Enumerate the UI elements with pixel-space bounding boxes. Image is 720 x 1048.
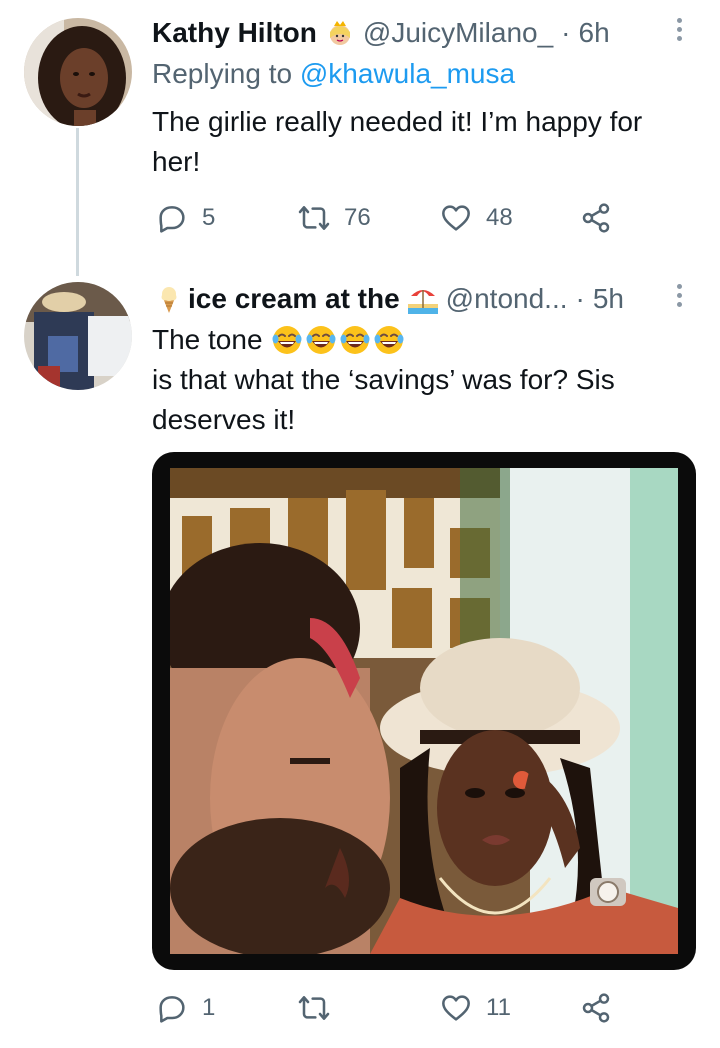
tweet-header: ice cream at the @ntond... · 5h: [152, 280, 624, 318]
display-name[interactable]: ice cream at the: [188, 283, 400, 315]
tweet-actions: 5 76 48: [152, 198, 622, 238]
avatar[interactable]: [24, 18, 132, 126]
tweet-text: The tone is that what the ‘savings’ was …: [152, 320, 615, 440]
tweet-text-line: is that what the ‘savings’ was for? Sis: [152, 364, 615, 395]
reply-button[interactable]: 1: [156, 988, 215, 1028]
tweet-header: Kathy Hilton @JuicyMilano_ · 6h: [152, 14, 610, 52]
video-media[interactable]: [152, 452, 696, 970]
ice-cream-emoji-icon: [154, 284, 184, 314]
heart-icon: [442, 995, 470, 1021]
share-button[interactable]: [580, 988, 626, 1028]
display-name[interactable]: Kathy Hilton: [152, 17, 317, 49]
like-count: 11: [486, 994, 511, 1021]
like-count: 48: [486, 204, 513, 231]
share-icon: [582, 993, 610, 1023]
more-options-icon[interactable]: [674, 284, 684, 314]
video-frame-image: [170, 468, 678, 954]
thread-connector-line: [76, 128, 79, 276]
retweet-button[interactable]: [298, 988, 344, 1028]
reply-count: 1: [202, 994, 216, 1021]
tweet-text-line: The girlie really needed it! I’m happy f…: [152, 106, 643, 137]
avatar[interactable]: [24, 282, 132, 390]
joy-emoji-icon: [374, 326, 404, 354]
share-button[interactable]: [580, 198, 626, 238]
retweet-icon: [298, 206, 330, 230]
tweet-actions: 1 11: [152, 988, 622, 1028]
mention-link[interactable]: @khawula_musa: [300, 58, 515, 89]
beach-umbrella-emoji-icon: [407, 284, 438, 314]
reply-button[interactable]: 5: [156, 198, 215, 238]
replying-prefix: Replying to: [152, 58, 293, 89]
retweet-icon: [298, 996, 330, 1020]
joy-emoji-icon: [306, 326, 336, 354]
more-options-icon[interactable]: [674, 18, 684, 48]
princess-emoji-icon: [325, 18, 355, 48]
timestamp[interactable]: 5h: [593, 283, 624, 315]
joy-emoji-icon: [272, 326, 302, 354]
retweet-button[interactable]: 76: [298, 198, 371, 238]
share-icon: [582, 203, 610, 233]
separator-dot: ·: [575, 283, 585, 314]
timestamp[interactable]: 6h: [579, 17, 610, 49]
emoji-group: [271, 324, 405, 356]
reply-icon: [159, 996, 185, 1023]
heart-icon: [442, 205, 470, 231]
tweet-text-line: The tone: [152, 320, 615, 360]
joy-emoji-icon: [340, 326, 370, 354]
user-handle[interactable]: @ntond...: [446, 283, 568, 315]
tweet-text: The girlie really needed it! I’m happy f…: [152, 102, 642, 182]
reply-icon: [159, 206, 185, 233]
like-button[interactable]: 11: [440, 988, 511, 1028]
user-handle[interactable]: @JuicyMilano_: [363, 17, 553, 49]
like-button[interactable]: 48: [440, 198, 513, 238]
retweet-count: 76: [344, 204, 371, 231]
replying-to-line: Replying to @khawula_musa: [152, 58, 515, 90]
tweet-text-line: deserves it!: [152, 404, 296, 435]
separator-dot: ·: [561, 17, 571, 48]
reply-count: 5: [202, 204, 216, 231]
tweet-text-first: The tone: [152, 324, 263, 355]
tweet-text-line: her!: [152, 146, 201, 177]
